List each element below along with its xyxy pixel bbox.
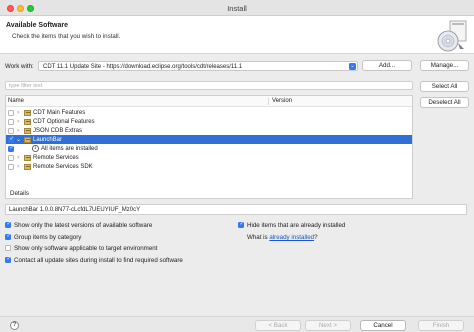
hide-installed-checkbox[interactable] bbox=[238, 221, 244, 228]
row-label: Remote Services bbox=[33, 154, 79, 161]
contact-sites-checkbox[interactable] bbox=[5, 256, 11, 263]
finish-button[interactable]: Finish bbox=[418, 320, 464, 331]
row-checkbox[interactable] bbox=[8, 136, 14, 143]
chevron-down-icon[interactable]: ⌄ bbox=[16, 136, 21, 143]
tree-header: Name Version bbox=[6, 96, 412, 107]
work-with-combobox[interactable]: CDT 11.1 Update Site - https://download.… bbox=[38, 61, 358, 71]
row-checkbox[interactable] bbox=[8, 163, 14, 170]
filter-placeholder: type filter text bbox=[9, 83, 43, 89]
tree-row-all-installed[interactable]: i All items are installed bbox=[6, 144, 412, 153]
row-checkbox[interactable] bbox=[8, 145, 14, 152]
group-by-category-checkbox[interactable] bbox=[5, 233, 11, 240]
package-icon bbox=[24, 109, 31, 116]
help-icon[interactable]: ? bbox=[10, 321, 19, 330]
tree-row-cdt-optional[interactable]: › CDT Optional Features bbox=[6, 117, 412, 126]
row-label: JSON CDB Extras bbox=[33, 127, 83, 134]
already-installed-link[interactable]: already installed bbox=[269, 234, 314, 241]
chevron-right-icon[interactable]: › bbox=[17, 154, 19, 161]
column-name-header[interactable]: Name bbox=[8, 98, 24, 104]
group-by-category-label: Group items by category bbox=[14, 234, 82, 241]
package-icon bbox=[24, 118, 31, 125]
row-checkbox[interactable] bbox=[8, 109, 14, 116]
column-divider bbox=[268, 98, 269, 105]
work-with-value: CDT 11.1 Update Site - https://download.… bbox=[43, 63, 243, 70]
row-label: CDT Main Features bbox=[33, 109, 86, 116]
package-icon bbox=[24, 163, 31, 170]
latest-versions-checkbox[interactable] bbox=[5, 221, 11, 228]
package-icon bbox=[24, 154, 31, 161]
chevron-right-icon[interactable]: › bbox=[17, 163, 19, 170]
window-title: Install bbox=[227, 4, 247, 13]
add-site-button[interactable]: Add... bbox=[362, 60, 412, 71]
row-label: LaunchBar bbox=[33, 136, 63, 143]
window-titlebar: Install bbox=[0, 0, 474, 16]
chevron-down-icon[interactable]: ⌄ bbox=[349, 63, 356, 70]
page-description: Check the items that you wish to install… bbox=[12, 33, 121, 40]
tree-row-remote-services[interactable]: › Remote Services bbox=[6, 153, 412, 162]
row-label: Remote Services SDK bbox=[33, 163, 93, 170]
select-all-button[interactable]: Select All bbox=[420, 81, 469, 92]
package-icon bbox=[24, 127, 31, 134]
already-installed-prefix: What is bbox=[247, 234, 270, 241]
wizard-footer: ? < Back Next > Cancel Finish bbox=[0, 316, 474, 332]
details-text: LaunchBar 1.0.0.8N77-cLcfdL7UEUYIUF_Mz0c… bbox=[9, 207, 141, 213]
chevron-right-icon[interactable]: › bbox=[17, 109, 19, 116]
target-environment-label: Show only software applicable to target … bbox=[14, 245, 158, 252]
tree-row-launchbar[interactable]: ⌄ LaunchBar bbox=[6, 135, 412, 144]
row-label: CDT Optional Features bbox=[33, 118, 95, 125]
tree-row-remote-services-sdk[interactable]: › Remote Services SDK bbox=[6, 162, 412, 171]
details-label: Details bbox=[10, 190, 29, 197]
cancel-button[interactable]: Cancel bbox=[360, 320, 406, 331]
already-installed-text: What is already installed? bbox=[247, 234, 318, 241]
column-version-header[interactable]: Version bbox=[272, 98, 292, 104]
next-button[interactable]: Next > bbox=[305, 320, 351, 331]
already-installed-suffix: ? bbox=[314, 234, 318, 241]
hide-installed-label: Hide items that are already installed bbox=[247, 222, 346, 229]
manage-sites-button[interactable]: Manage... bbox=[420, 60, 469, 71]
work-with-label: Work with: bbox=[5, 63, 34, 70]
target-environment-checkbox[interactable] bbox=[5, 245, 11, 251]
chevron-right-icon[interactable]: › bbox=[17, 118, 19, 125]
row-checkbox[interactable] bbox=[8, 154, 14, 161]
contact-sites-label: Contact all update sites during install … bbox=[14, 257, 183, 264]
row-checkbox[interactable] bbox=[8, 127, 14, 134]
details-field: LaunchBar 1.0.0.8N77-cLcfdL7UEUYIUF_Mz0c… bbox=[5, 204, 467, 215]
row-checkbox[interactable] bbox=[8, 118, 14, 125]
back-button[interactable]: < Back bbox=[255, 320, 301, 331]
filter-input[interactable]: type filter text bbox=[5, 81, 413, 90]
info-icon: i bbox=[32, 145, 39, 152]
chevron-right-icon[interactable]: › bbox=[17, 127, 19, 134]
latest-versions-label: Show only the latest versions of availab… bbox=[14, 222, 153, 229]
tree-row-cdt-main[interactable]: › CDT Main Features bbox=[6, 108, 412, 117]
row-label: All items are installed bbox=[41, 145, 98, 152]
install-cd-icon bbox=[437, 20, 467, 52]
deselect-all-button[interactable]: Deselect All bbox=[420, 97, 469, 108]
tree-row-json-cdb[interactable]: › JSON CDB Extras bbox=[6, 126, 412, 135]
software-tree[interactable]: Name Version › CDT Main Features › CDT O… bbox=[5, 95, 413, 199]
wizard-banner: Available Software Check the items that … bbox=[0, 16, 474, 54]
package-icon bbox=[24, 136, 31, 143]
page-title: Available Software bbox=[6, 22, 68, 29]
